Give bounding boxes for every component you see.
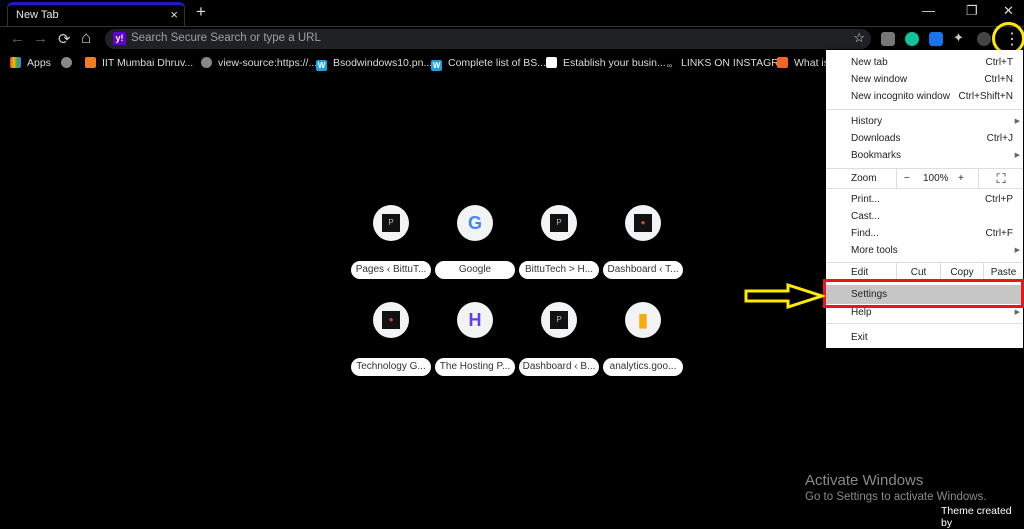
activate-windows-subtitle: Go to Settings to activate Windows. [805,491,987,503]
p-icon: P [541,205,577,241]
menu-history[interactable]: History ▶ [826,113,1023,130]
bookmark-what-is[interactable]: What is [777,57,829,69]
address-bar[interactable]: y! Search Secure Search or type a URL ☆ [105,29,871,49]
back-button[interactable]: ← [10,30,25,47]
google-business-icon [546,57,557,68]
shortcut-tile[interactable]: H The Hosting P... [435,302,515,376]
shortcut-tile[interactable]: ● Technology G... [351,302,431,376]
home-button[interactable]: ⌂ [81,28,91,48]
shortcut-tile[interactable]: P BittuTech > H... [519,205,599,279]
bookmark-bsod[interactable]: W Bsodwindows10.pn... [316,57,432,71]
menu-bookmarks[interactable]: Bookmarks ▶ [826,147,1023,164]
profile-avatar[interactable] [977,32,991,46]
bookmark-view-source[interactable]: view-source:https://... [201,57,317,69]
window-close-button[interactable]: ✕ [1003,3,1014,19]
theme-credit[interactable]: Theme created by [941,505,1024,529]
shortcut-tile[interactable]: G Google [435,205,515,279]
globe-icon [201,57,212,68]
reload-button[interactable]: ⟳ [58,30,71,48]
site-dark-icon: ● [373,302,409,338]
restore-button[interactable]: ❐ [966,3,978,19]
bookmark-globe[interactable] [61,57,78,69]
site-icon [85,57,96,68]
link-icon: ∞ [666,61,673,70]
menu-new-tab[interactable]: New tab Ctrl+T [826,54,1023,71]
tab-new-tab[interactable]: New Tab × [7,2,185,26]
bookmark-star-icon[interactable]: ☆ [853,30,865,46]
tab-close-icon[interactable]: × [170,7,178,22]
analytics-icon: ▮ [625,302,661,338]
site-dark-icon: ● [625,205,661,241]
annotation-arrow-icon [744,283,825,309]
menu-more-tools[interactable]: More tools ▶ [826,242,1023,259]
p-icon: P [373,205,409,241]
menu-zoom-row: Zoom − 100% + ⛶ [826,169,1023,188]
zoom-in-button[interactable]: + [958,169,964,188]
hostinger-icon: H [457,302,493,338]
menu-find[interactable]: Find... Ctrl+F [826,225,1023,242]
bookmark-iit[interactable]: IIT Mumbai Dhruv... [85,57,193,69]
p-icon: P [541,302,577,338]
google-icon: G [457,205,493,241]
menu-new-incognito[interactable]: New incognito window Ctrl+Shift+N [826,88,1023,105]
yahoo-logo-icon: y! [113,32,126,45]
shortcut-tile[interactable]: P Dashboard ‹ B... [519,302,599,376]
grammarly-icon[interactable] [905,32,919,46]
shortcut-tile[interactable]: ● Dashboard ‹ T... [603,205,683,279]
zoom-level: 100% [923,173,949,184]
new-tab-button[interactable]: + [196,2,206,22]
minimize-button[interactable]: — [922,3,935,18]
menu-downloads[interactable]: Downloads Ctrl+J [826,130,1023,147]
orange-site-icon [777,57,788,68]
menu-cast[interactable]: Cast... [826,208,1023,225]
extensions-puzzle-icon[interactable]: ✦ [953,30,967,45]
tab-title: New Tab [16,9,59,21]
extension-icon[interactable] [881,32,895,46]
fullscreen-button[interactable]: ⛶ [978,169,1023,188]
shortcut-tile[interactable]: ▮ analytics.goo... [603,302,683,376]
globe-icon [61,57,72,68]
zoom-out-button[interactable]: − [904,169,910,188]
menu-new-window[interactable]: New window Ctrl+N [826,71,1023,88]
w-icon: W [431,60,442,71]
w-icon: W [316,60,327,71]
forward-button[interactable]: → [33,30,48,47]
apps-grid-icon [10,57,21,68]
menu-exit[interactable]: Exit [826,329,1023,346]
bookmark-complete-list[interactable]: W Complete list of BS... [431,57,546,71]
shortcut-tile[interactable]: P Pages ‹ BittuT... [351,205,431,279]
annotation-highlight-box [823,279,1024,308]
activate-windows-title: Activate Windows [805,472,924,489]
bookmark-apps[interactable]: Apps [10,57,51,69]
bookmark-establish[interactable]: Establish your busin... [546,57,666,69]
address-placeholder: Search Secure Search or type a URL [131,32,321,44]
menu-print[interactable]: Print... Ctrl+P [826,191,1023,208]
bookmark-instagram-links[interactable]: ∞ LINKS ON INSTAGR... [664,57,788,71]
extension-blue-icon[interactable] [929,32,943,46]
